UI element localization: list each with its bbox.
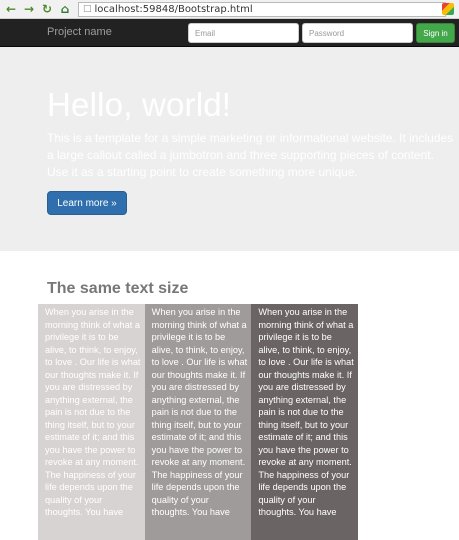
navbar-brand[interactable]: Project name [47,26,112,38]
reload-icon[interactable]: ↻ [40,2,54,16]
forward-arrow-icon[interactable]: → [22,2,36,16]
email-input[interactable]: Email [188,23,299,43]
jumbotron: Hello, world! This is a template for a s… [0,47,459,251]
page-icon: □ [83,4,92,14]
column-3: When you arise in the morning think of w… [251,304,359,540]
navbar: Project name Email Password Sign in [0,19,459,47]
jumbotron-title: Hello, world! [47,86,232,123]
back-arrow-icon[interactable]: ← [4,2,18,16]
home-icon[interactable]: ⌂ [58,2,72,16]
section-title: The same text size [47,280,189,297]
jumbotron-text: This is a template for a simple marketin… [47,131,454,179]
browser-toolbar: ← → ↻ ⌂ □ localhost:59848/Bootstrap.html [0,0,459,19]
columns-row: When you arise in the morning think of w… [38,304,359,540]
url-text: localhost:59848/Bootstrap.html [94,3,253,15]
password-input[interactable]: Password [302,23,413,43]
learn-more-button[interactable]: Learn more » [47,191,127,215]
address-bar[interactable]: □ localhost:59848/Bootstrap.html [78,1,446,17]
column-2: When you arise in the morning think of w… [144,304,252,540]
column-1: When you arise in the morning think of w… [38,304,145,540]
signin-button[interactable]: Sign in [416,23,455,43]
extension-icon[interactable] [442,3,454,15]
